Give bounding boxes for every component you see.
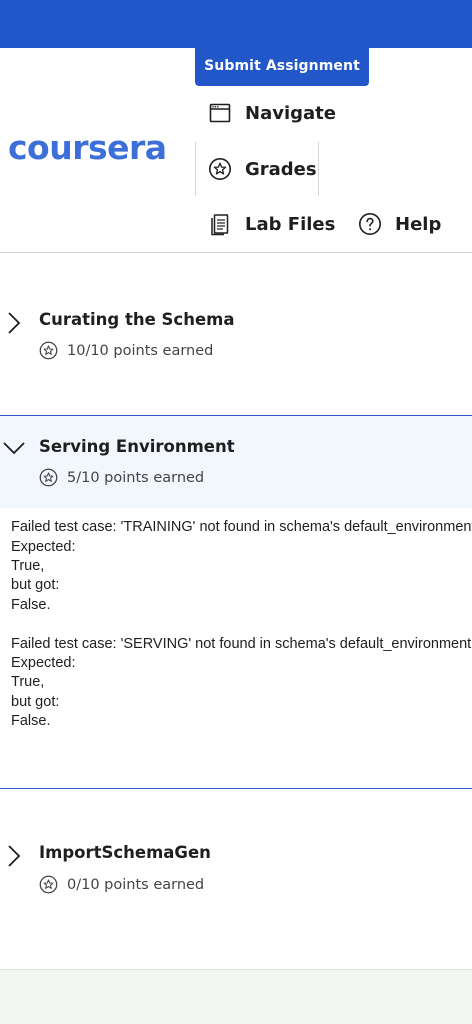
feedback-line: Expected: <box>11 655 76 671</box>
points-earned: 0/10 points earned <box>67 876 205 893</box>
section-title: Curating the Schema <box>39 310 235 329</box>
section-title: Serving Environment <box>39 437 235 456</box>
top-bar <box>0 0 472 48</box>
chevron-right-icon <box>8 845 21 867</box>
points-earned: 10/10 points earned <box>67 342 214 359</box>
section-title: ImportSchemaGen <box>39 843 211 862</box>
nav-navigate[interactable]: Navigate <box>207 100 336 126</box>
browser-window-icon <box>207 100 233 126</box>
chevron-right-icon <box>8 312 21 334</box>
star-circle-icon <box>207 156 233 182</box>
star-circle-icon <box>39 341 58 360</box>
feedback-line: Failed test case: 'TRAINING' not found i… <box>11 519 472 535</box>
nav-grades[interactable]: Grades <box>207 156 317 182</box>
nav-help[interactable]: Help <box>357 211 441 237</box>
nav-lab-files-label: Lab Files <box>245 213 336 235</box>
nav-divider-right <box>318 142 319 196</box>
nav-navigate-label: Navigate <box>245 102 336 124</box>
feedback-line: but got: <box>11 577 60 593</box>
header-divider <box>0 252 472 253</box>
chevron-down-icon <box>3 442 25 455</box>
points-earned: 5/10 points earned <box>67 469 205 486</box>
feedback-line: True, <box>11 558 45 574</box>
submit-assignment-button[interactable]: Submit Assignment <box>195 46 369 86</box>
files-icon <box>207 211 233 237</box>
feedback-line: False. <box>11 713 51 729</box>
coursera-logo[interactable]: coursera <box>8 126 167 170</box>
feedback-line: False. <box>11 597 51 613</box>
nav-grades-label: Grades <box>245 158 317 180</box>
section-serving-environment-header[interactable] <box>0 416 472 508</box>
feedback-line: but got: <box>11 694 60 710</box>
nav-lab-files[interactable]: Lab Files <box>207 211 335 237</box>
question-circle-icon <box>357 211 383 237</box>
star-circle-icon <box>39 875 58 894</box>
section-divider <box>0 788 472 789</box>
nav-divider-left <box>195 142 196 196</box>
footer <box>0 969 472 1024</box>
nav-help-label: Help <box>395 213 442 235</box>
feedback-line: Expected: <box>11 539 76 555</box>
star-circle-icon <box>39 468 58 487</box>
feedback-line: Failed test case: 'SERVING' not found in… <box>11 636 472 652</box>
feedback-line: True, <box>11 674 45 690</box>
